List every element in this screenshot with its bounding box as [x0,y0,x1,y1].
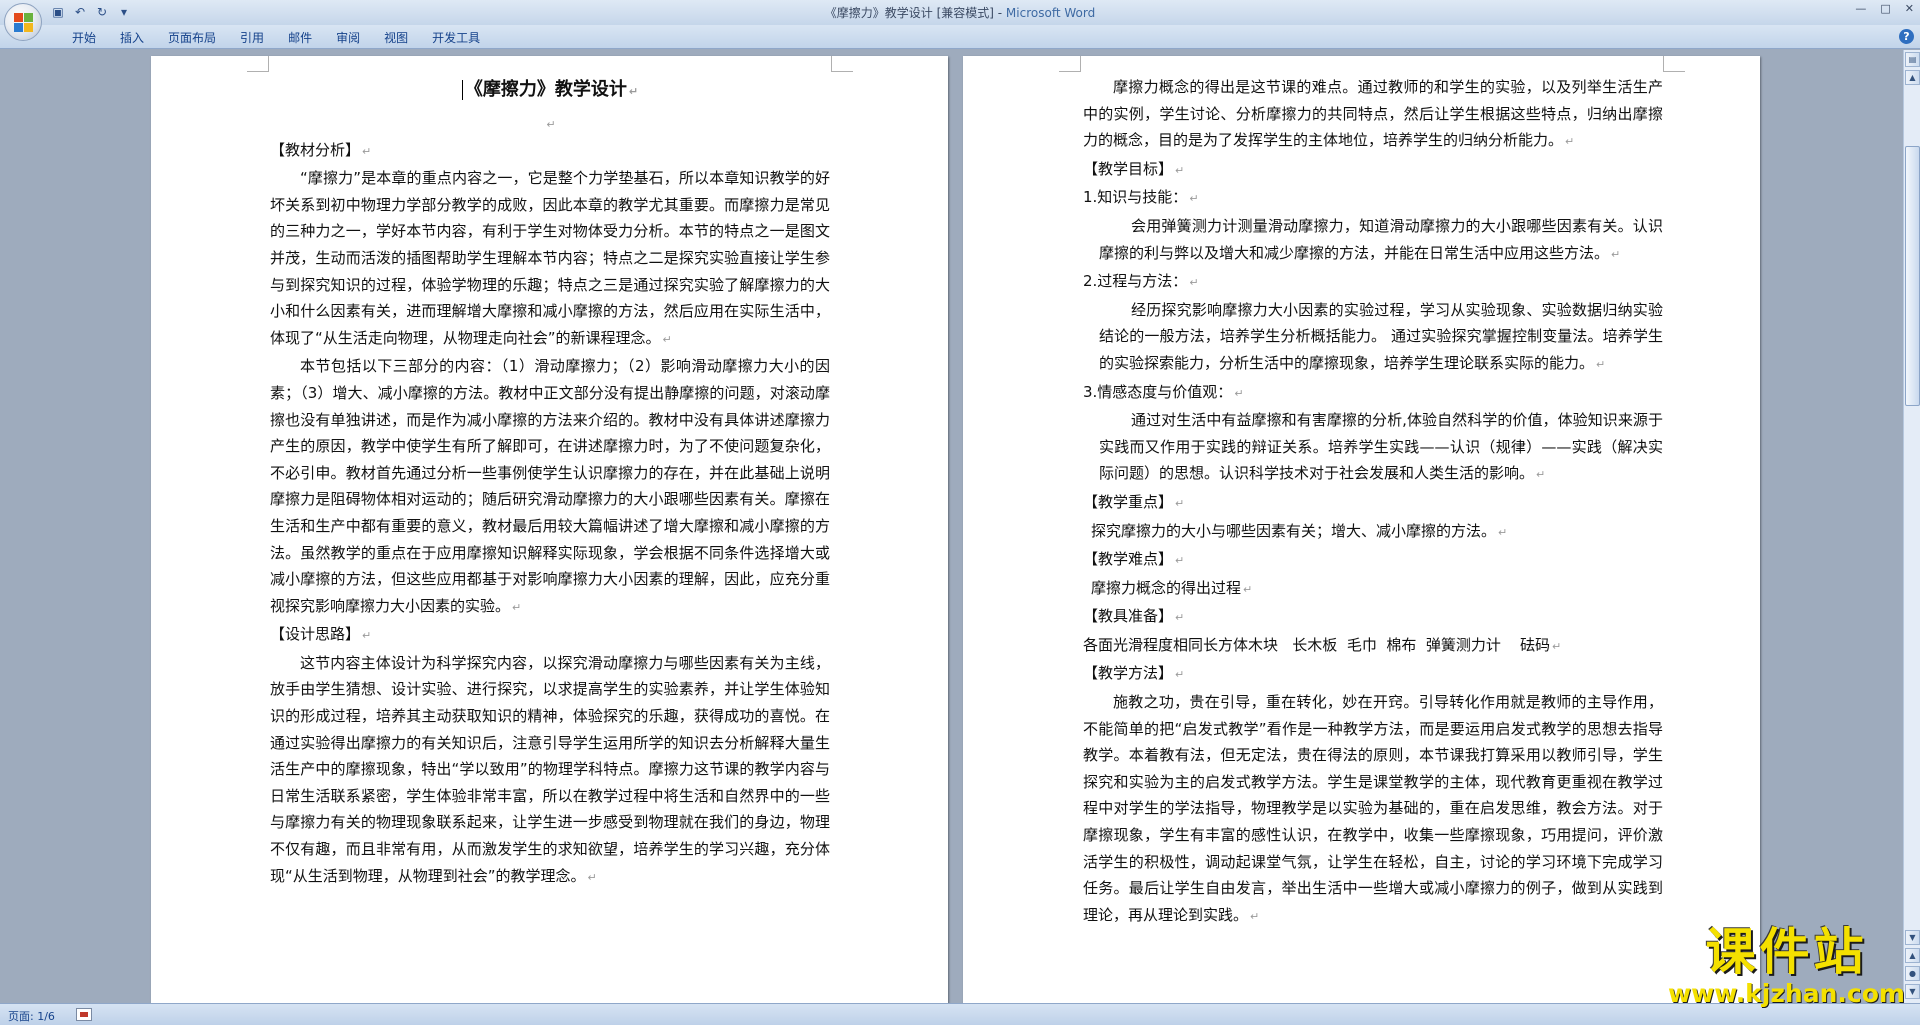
next-page-icon[interactable]: ▼ [1905,984,1920,999]
page-left-content[interactable]: 《摩擦力》教学设计 ↵ ↵ 【教材分析】 ↵ “摩擦力”是本章的重点内容之一，它是整… [270,72,830,891]
paragraph: 会用弹簧测力计测量滑动摩擦力，知道滑动摩擦力的大小跟哪些因素有关。认识摩擦的利与… [1099,216,1663,262]
tab-references[interactable]: 引用 [228,29,276,47]
paragraph: 摩擦力概念的得出过程 ↵ [1091,578,1253,597]
help-icon[interactable]: ? [1899,29,1914,44]
margin-corner [1059,56,1081,72]
window-controls: — □ ✕ [1855,2,1914,15]
list-item-label: 2.过程与方法： ↵ [1083,272,1199,291]
watermark: 课件站 www.kjzhan.com [1668,924,1905,1008]
vertical-scrollbar[interactable]: ▤ ▲ ▼ ▲ ● ▼ [1903,50,1920,1003]
section-heading: 【教学难点】 ↵ [1083,550,1185,569]
tab-view[interactable]: 视图 [372,29,420,47]
scroll-up-icon[interactable]: ▲ [1905,70,1920,85]
tab-developer[interactable]: 开发工具 [420,29,492,47]
paragraph: 各面光滑程度相同长方体木块 长木板 毛巾 棉布 弹簧测力计 砝码 ↵ [1083,635,1562,654]
text-cursor [461,80,463,100]
paragraph: 摩擦力概念的得出是这节课的难点。通过教师的和学生的实验，以及列举生活生产中的实例… [1083,78,1663,150]
watermark-title: 课件站 [1705,923,1868,981]
scrollbar-thumb[interactable] [1905,146,1920,406]
section-heading: 【设计思路】 ↵ [270,625,372,644]
status-bar: 页面: 1/6 [0,1003,1920,1025]
window-title: 《摩擦力》教学设计 [兼容模式] - Microsoft Word [0,4,1920,21]
paragraph: 经历探究影响摩擦力大小因素的实验过程，学习从实验现象、实验数据归纳实验结论的一般… [1099,300,1663,372]
margin-corner [831,56,853,72]
section-heading: 【教具准备】 ↵ [1083,607,1185,626]
tab-home[interactable]: 开始 [60,29,108,47]
paragraph: 这节内容主体设计为科学探究内容，以探究滑动摩擦力与哪些因素有关为主线，放手由学生… [270,653,830,885]
document-area: 《摩擦力》教学设计 ↵ ↵ 【教材分析】 ↵ “摩擦力”是本章的重点内容之一，它是整… [0,50,1903,1003]
section-heading: 【教材分析】 ↵ [270,140,372,159]
list-item-label: 3.情感态度与价值观： ↵ [1083,382,1244,401]
office-logo-icon [14,13,34,33]
list-item-label: 1.知识与技能： ↵ [1083,188,1199,207]
paragraph: 探究摩擦力的大小与哪些因素有关；增大、减小摩擦的方法。 ↵ [1091,521,1508,540]
previous-page-icon[interactable]: ▲ [1905,948,1920,963]
margin-corner [1663,56,1685,72]
tab-page-layout[interactable]: 页面布局 [156,29,228,47]
title-bar: ▣ ↶ ↻ ▾ 《摩擦力》教学设计 [兼容模式] - Microsoft Wor… [0,0,1920,41]
watermark-url: www.kjzhan.com [1668,979,1905,1008]
paragraph: 施教之功，贵在引导，重在转化，妙在开窍。引导转化作用就是教师的主导作用，不能简单… [1083,693,1663,924]
empty-paragraph: ↵ [546,118,556,131]
page-right: 摩擦力概念的得出是这节课的难点。通过教师的和学生的实验，以及列举生活生产中的实例… [963,56,1760,1003]
page-right-content[interactable]: 摩擦力概念的得出是这节课的难点。通过教师的和学生的实验，以及列举生活生产中的实例… [1083,74,1663,930]
paragraph: 通过对生活中有益摩擦和有害摩擦的分析,体验自然科学的价值，体验知识来源于实践而又… [1099,411,1663,483]
tab-mailings[interactable]: 邮件 [276,29,324,47]
tab-insert[interactable]: 插入 [108,29,156,47]
page-indicator[interactable]: 页面: 1/6 [8,1008,55,1024]
section-heading: 【教学方法】 ↵ [1083,664,1185,683]
minimize-icon[interactable]: — [1855,2,1866,15]
section-heading: 【教学目标】 ↵ [1083,159,1185,178]
browse-object-icon[interactable]: ● [1905,966,1920,981]
tab-review[interactable]: 审阅 [324,29,372,47]
section-heading: 【教学重点】 ↵ [1083,492,1185,511]
paragraph: “摩擦力”是本章的重点内容之一，它是整个力学垫基石，所以本章知识教学的好坏关系到… [270,169,830,347]
paragraph: 本节包括以下三部分的内容：（1）滑动摩擦力；（2）影响滑动摩擦力大小的因素；（3… [270,357,830,615]
document-title: 《摩擦力》教学设计 ↵ [270,72,830,110]
margin-corner [247,56,269,72]
page-left: 《摩擦力》教学设计 ↵ ↵ 【教材分析】 ↵ “摩擦力”是本章的重点内容之一，它是整… [151,56,948,1003]
close-icon[interactable]: ✕ [1905,2,1914,15]
window-title-app: Microsoft Word [1005,6,1096,20]
proofing-icon[interactable] [76,1008,92,1021]
ruler-toggle-icon[interactable]: ▤ [1905,52,1920,67]
maximize-icon[interactable]: □ [1880,2,1890,15]
ribbon-tabs: 开始 插入 页面布局 引用 邮件 审阅 视图 开发工具 [60,29,492,47]
ribbon: 开始 插入 页面布局 引用 邮件 审阅 视图 开发工具 ? [0,25,1920,49]
office-button[interactable] [4,3,42,41]
window-title-doc: 《摩擦力》教学设计 [兼容模式] - [824,6,1006,20]
scroll-down-icon[interactable]: ▼ [1905,930,1920,945]
